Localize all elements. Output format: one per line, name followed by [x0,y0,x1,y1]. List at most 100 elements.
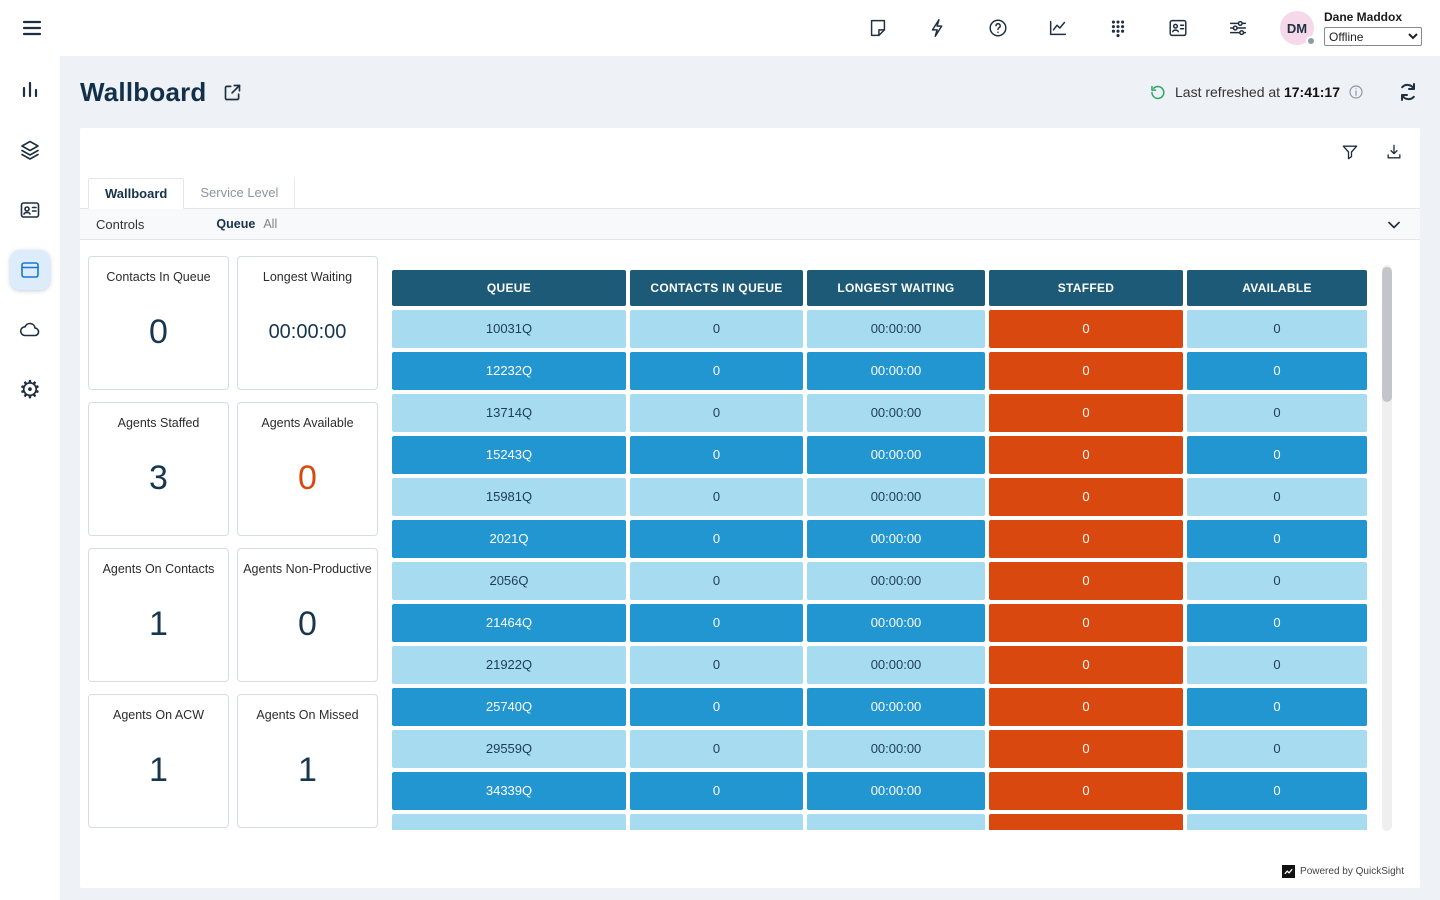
kpi-value: 0 [89,284,228,389]
table-cell-queue [392,814,626,830]
table-cell-queue: 2021Q [392,520,626,558]
table-cell-contacts_in_queue: 0 [630,688,803,726]
external-link-icon[interactable] [221,80,245,104]
table-cell-contacts_in_queue: 0 [630,436,803,474]
table-body: 10031Q000:00:000012232Q000:00:000013714Q… [392,310,1367,830]
kpi-label: Agents On Contacts [89,562,228,576]
dashboard-card: Wallboard Service Level Controls Queue A… [80,128,1420,888]
sidebar-item-layers[interactable] [10,130,50,170]
table-cell-available: 0 [1187,478,1367,516]
tab-bar: Wallboard Service Level [80,178,1420,209]
table-cell-queue: 21464Q [392,604,626,642]
table-row: 2056Q000:00:0000 [392,562,1367,600]
sidebar-item-cloud[interactable] [10,310,50,350]
table-row: 15243Q000:00:0000 [392,436,1367,474]
user-name: Dane Maddox [1324,10,1422,24]
sliders-icon[interactable] [1226,16,1250,40]
table-cell-contacts_in_queue: 0 [630,772,803,810]
directory-icon[interactable] [1166,16,1190,40]
table-cell-staffed: 0 [989,478,1183,516]
filter-icon[interactable] [1338,140,1362,164]
queue-table: QUEUECONTACTS IN QUEUELONGEST WAITINGSTA… [392,270,1367,830]
table-cell-queue: 15981Q [392,478,626,516]
table-row: 21922Q000:00:0000 [392,646,1367,684]
sidebar-item-window[interactable] [10,250,50,290]
download-icon[interactable] [1382,140,1406,164]
sidebar-item-bar-chart[interactable] [10,70,50,110]
column-header: QUEUE [392,270,626,306]
sidebar-item-settings[interactable]: ⚙ [10,370,50,410]
table-cell-available: 0 [1187,562,1367,600]
avatar[interactable]: DM [1280,11,1314,45]
table-scrollbar[interactable] [1382,265,1392,831]
dialpad-icon[interactable] [1106,16,1130,40]
notes-icon[interactable] [866,16,890,40]
kpi-card: Agents On Missed1 [237,694,378,828]
table-cell-contacts_in_queue: 0 [630,730,803,768]
table-cell-longest_waiting: 00:00:00 [807,394,985,432]
table-cell-available: 0 [1187,436,1367,474]
table-cell-contacts_in_queue: 0 [630,310,803,348]
table-cell-staffed [989,814,1183,830]
user-block: DM Dane Maddox Offline [1280,10,1422,46]
table-cell-available: 0 [1187,394,1367,432]
queue-filter-value[interactable]: All [263,217,277,231]
table-cell-staffed: 0 [989,604,1183,642]
table-cell-longest_waiting: 00:00:00 [807,646,985,684]
table-cell-longest_waiting: 00:00:00 [807,730,985,768]
attribution: Powered by QuickSight [1282,865,1404,878]
table-cell-queue: 12232Q [392,352,626,390]
table-cell-contacts_in_queue: 0 [630,394,803,432]
kpi-value: 1 [238,722,377,827]
lightning-icon[interactable] [926,16,950,40]
table-cell-available: 0 [1187,604,1367,642]
topbar-actions [866,16,1250,40]
sync-icon[interactable] [1396,80,1420,104]
table-cell-queue: 15243Q [392,436,626,474]
table-cell-contacts_in_queue: 0 [630,562,803,600]
chevron-down-icon[interactable] [1382,213,1406,237]
sidebar-item-id-card[interactable] [10,190,50,230]
table-row: 2021Q000:00:0000 [392,520,1367,558]
table-cell-longest_waiting: 00:00:00 [807,478,985,516]
table-cell-staffed: 0 [989,436,1183,474]
tab-service-level[interactable]: Service Level [184,178,295,208]
metrics-icon[interactable] [1046,16,1070,40]
table-cell-staffed: 0 [989,646,1183,684]
table-cell-available [1187,814,1367,830]
sidebar: ⚙ [0,56,60,900]
last-refreshed-text: Last refreshed at 17:41:17 [1175,84,1340,100]
info-icon[interactable] [1348,84,1364,100]
kpi-label: Agents Staffed [89,416,228,430]
table-row: 21464Q000:00:0000 [392,604,1367,642]
gear-icon: ⚙ [19,378,41,403]
kpi-card: Contacts In Queue0 [88,256,229,390]
table-row: 10031Q000:00:0000 [392,310,1367,348]
table-cell-queue: 21922Q [392,646,626,684]
table-cell-staffed: 0 [989,772,1183,810]
table-cell-available: 0 [1187,310,1367,348]
table-cell-staffed: 0 [989,310,1183,348]
table-header-row: QUEUECONTACTS IN QUEUELONGEST WAITINGSTA… [392,270,1367,306]
controls-label: Controls [96,217,144,232]
scrollbar-thumb[interactable] [1382,267,1392,402]
table-row [392,814,1367,830]
queue-filter-label: Queue [216,217,255,231]
kpi-value: 1 [89,576,228,681]
table-cell-contacts_in_queue: 0 [630,352,803,390]
table-cell-staffed: 0 [989,394,1183,432]
hamburger-icon[interactable] [20,16,44,40]
table-row: 12232Q000:00:0000 [392,352,1367,390]
status-select[interactable]: Offline [1324,27,1422,46]
kpi-card: Agents Staffed3 [88,402,229,536]
kpi-card: Agents On Contacts1 [88,548,229,682]
table-cell-queue: 25740Q [392,688,626,726]
controls-bar: Controls Queue All [80,209,1420,240]
table-cell-queue: 13714Q [392,394,626,432]
column-header: STAFFED [989,270,1183,306]
tab-wallboard[interactable]: Wallboard [88,178,184,209]
help-icon[interactable] [986,16,1010,40]
topbar: DM Dane Maddox Offline [0,0,1440,56]
presence-dot-icon [1306,36,1316,46]
table-cell-staffed: 0 [989,352,1183,390]
